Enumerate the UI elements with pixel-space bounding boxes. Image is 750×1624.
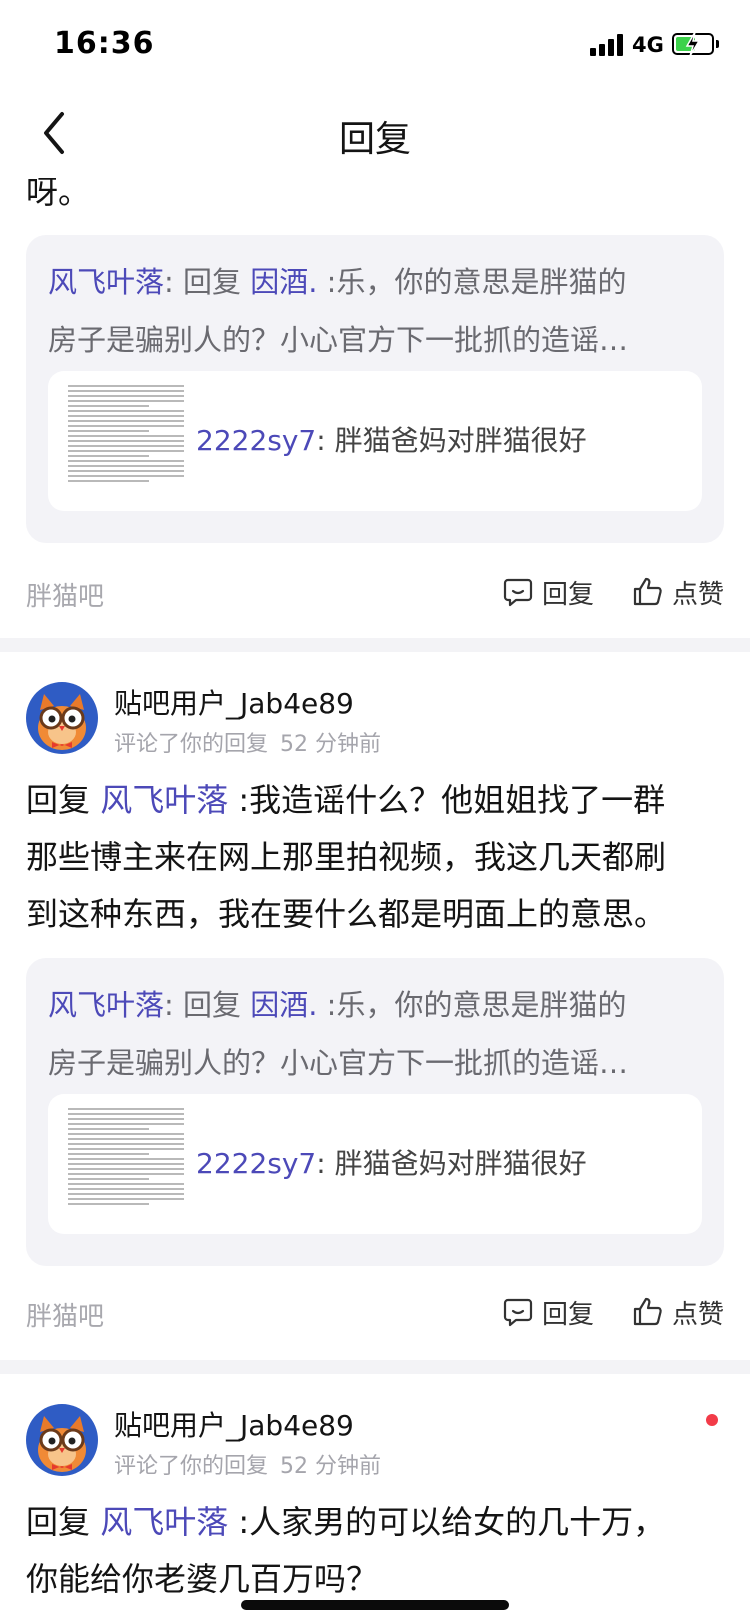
quote-target-user[interactable]: 因酒. [250, 988, 317, 1022]
card-footer: 胖猫吧 回复 点赞 [0, 1282, 750, 1342]
unread-dot [706, 1414, 718, 1426]
original-post-preview[interactable]: 2222sy7: 胖猫爸妈对胖猫很好 [48, 371, 702, 511]
like-button[interactable]: 点赞 [632, 572, 724, 612]
card-footer: 胖猫吧 回复 点赞 [0, 562, 750, 622]
app-screen: 16:36 4G 回复 呀。 风飞叶落: 回复 因酒. :乐，你的意思是胖猫的 … [0, 0, 750, 1624]
original-post-author: 2222sy7 [196, 1147, 317, 1180]
user-avatar[interactable] [26, 1404, 98, 1476]
timestamp: 52 分钟前 [280, 732, 382, 757]
notification-action: 评论了你的回复 [114, 732, 269, 757]
page-title: 回复 [338, 119, 411, 160]
reply-button[interactable]: 回复 [502, 572, 594, 612]
like-button[interactable]: 点赞 [632, 1292, 724, 1332]
notification-meta: 评论了你的回复 52 分钟前 [114, 726, 393, 758]
forum-tag[interactable]: 胖猫吧 [26, 1296, 104, 1333]
nav-bar: 回复 [0, 88, 750, 178]
post-thumbnail [68, 385, 184, 497]
status-bar: 16:36 4G [0, 0, 750, 88]
network-type: 4G [632, 33, 664, 57]
original-post-preview[interactable]: 2222sy7: 胖猫爸妈对胖猫很好 [48, 1094, 702, 1234]
status-time: 16:36 [54, 26, 155, 61]
reply-to-user[interactable]: 风飞叶落 [100, 781, 228, 819]
owl-avatar-icon [38, 1416, 86, 1472]
battery-cap [716, 40, 719, 48]
comment-bubble-icon [503, 578, 533, 607]
comment-bubble-icon [503, 1298, 533, 1327]
notification-card[interactable]: 贴吧用户_Jab4e89 评论了你的回复 52 分钟前 回复 风飞叶落 :人家男的… [0, 1374, 750, 1624]
notification-meta: 评论了你的回复 52 分钟前 [114, 1448, 393, 1480]
owl-avatar-icon [38, 694, 86, 750]
quoted-comment[interactable]: 风飞叶落: 回复 因酒. :乐，你的意思是胖猫的 房子是骗别人的？小心官方下一批… [26, 958, 724, 1266]
notification-card-partial[interactable]: 呀。 风飞叶落: 回复 因酒. :乐，你的意思是胖猫的 房子是骗别人的？小心官方… [0, 178, 750, 638]
home-indicator[interactable] [241, 1600, 509, 1610]
charging-bolt-icon [685, 31, 701, 57]
username[interactable]: 贴吧用户_Jab4e89 [114, 682, 354, 722]
quoted-comment-text: 风飞叶落: 回复 因酒. :乐，你的意思是胖猫的 房子是骗别人的？小心官方下一批… [48, 988, 629, 1080]
cellular-signal-icon [590, 34, 626, 56]
forum-tag[interactable]: 胖猫吧 [26, 576, 104, 613]
quote-author[interactable]: 风飞叶落 [48, 988, 164, 1022]
reply-text-fragment: 呀。 [26, 178, 91, 211]
thumbs-up-icon [633, 1297, 662, 1326]
user-avatar[interactable] [26, 682, 98, 754]
notification-action: 评论了你的回复 [114, 1454, 269, 1479]
post-thumbnail [68, 1108, 184, 1220]
thumbs-up-icon [633, 577, 662, 606]
original-post-author: 2222sy7 [196, 424, 317, 457]
reply-to-user[interactable]: 风飞叶落 [100, 1503, 228, 1541]
username[interactable]: 贴吧用户_Jab4e89 [114, 1404, 354, 1444]
quoted-comment-text: 风飞叶落: 回复 因酒. :乐，你的意思是胖猫的 房子是骗别人的？小心官方下一批… [48, 265, 629, 357]
quote-author[interactable]: 风飞叶落 [48, 265, 164, 299]
reply-text: 回复 风飞叶落 :我造谣什么？他姐姐找了一群 那些博主来在网上那里拍视频，我这几… [26, 781, 667, 933]
reply-button[interactable]: 回复 [502, 1292, 594, 1332]
original-post-text: 2222sy7: 胖猫爸妈对胖猫很好 [196, 424, 587, 457]
reply-text: 回复 风飞叶落 :人家男的可以给女的几十万， 你能给你老婆几百万吗？ [26, 1503, 666, 1598]
notification-card[interactable]: 贴吧用户_Jab4e89 评论了你的回复 52 分钟前 回复 风飞叶落 :我造谣什… [0, 652, 750, 1360]
quoted-comment[interactable]: 风飞叶落: 回复 因酒. :乐，你的意思是胖猫的 房子是骗别人的？小心官方下一批… [26, 235, 724, 543]
timestamp: 52 分钟前 [280, 1454, 382, 1479]
quote-target-user[interactable]: 因酒. [250, 265, 317, 299]
original-post-text: 2222sy7: 胖猫爸妈对胖猫很好 [196, 1147, 587, 1180]
